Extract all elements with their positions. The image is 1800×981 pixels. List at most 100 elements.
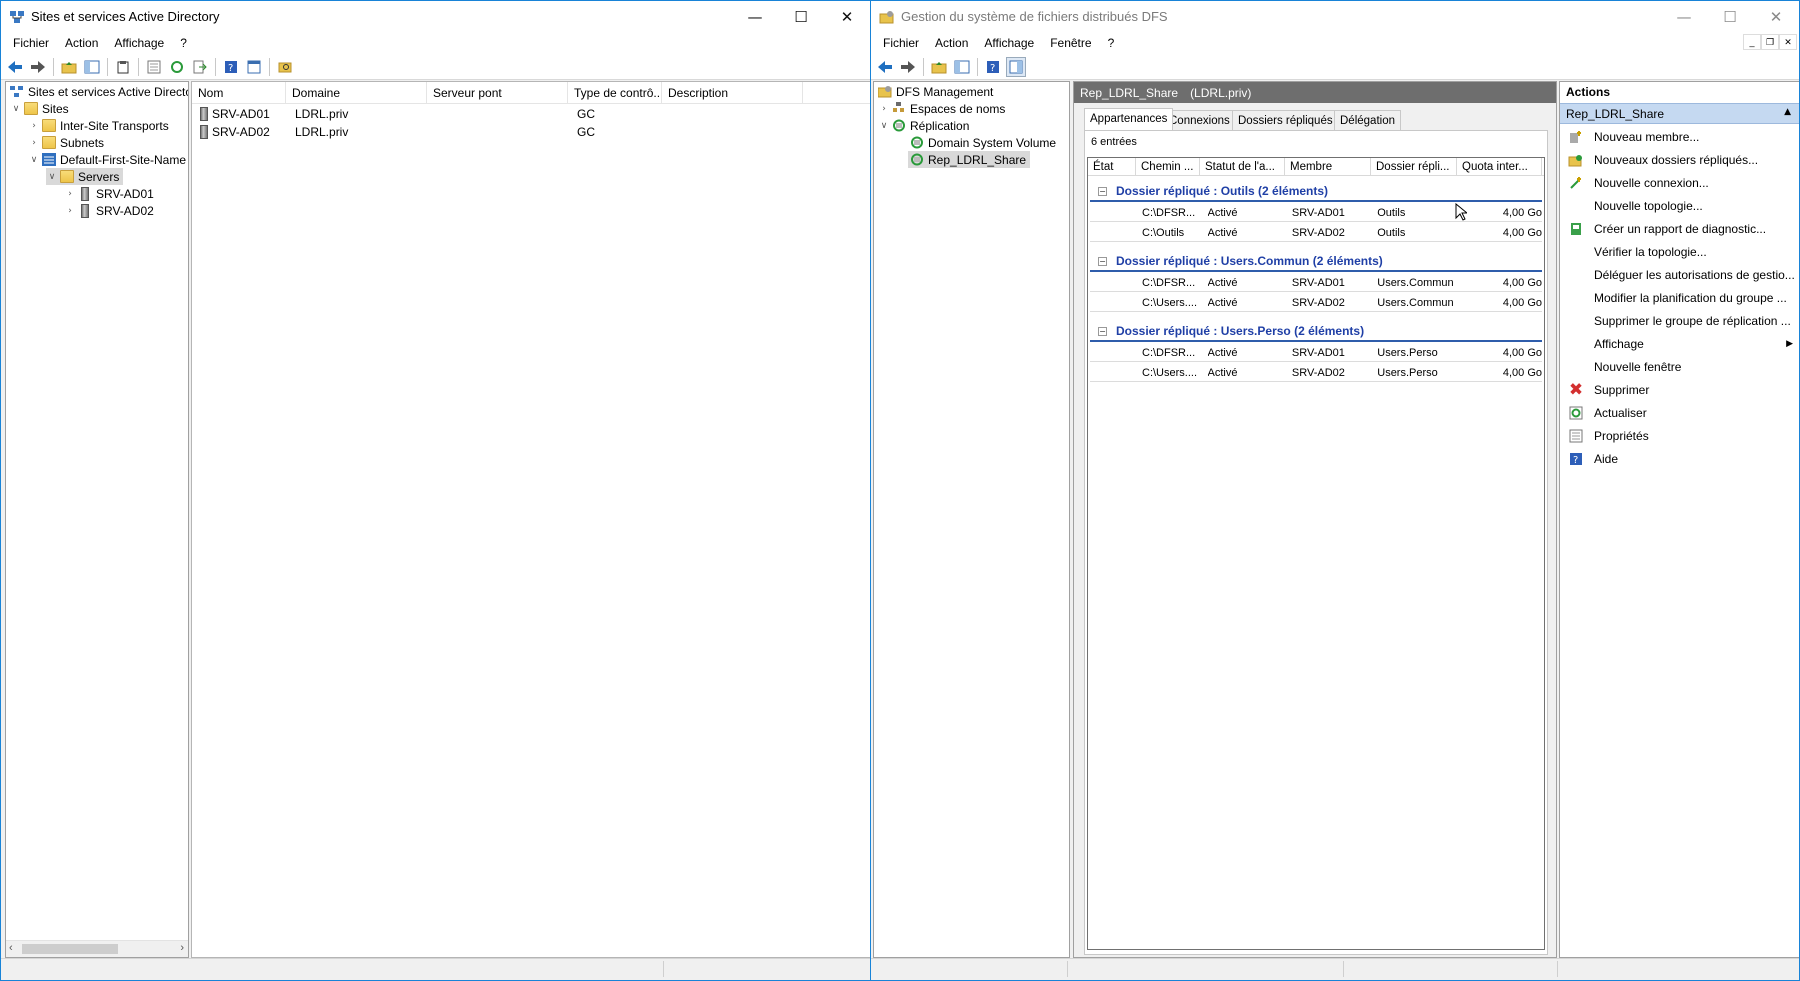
col-domaine[interactable]: Domaine <box>286 82 427 104</box>
action-properties[interactable]: Propriétés <box>1560 425 1799 447</box>
help-icon[interactable]: ? <box>221 57 241 77</box>
list-item[interactable]: SRV-AD01 LDRL.priv GC <box>192 105 870 122</box>
col-serveur-pont[interactable]: Serveur pont <box>427 82 568 104</box>
action-diagnostic-report[interactable]: Créer un rapport de diagnostic... <box>1560 218 1799 240</box>
expand-icon[interactable]: › <box>878 104 890 114</box>
tree-domain-system-volume[interactable]: Domain System Volume <box>908 134 1056 151</box>
up-folder-icon[interactable] <box>929 57 949 77</box>
action-view[interactable]: Affichage ▶ <box>1560 333 1799 355</box>
group-collapse-icon[interactable]: − <box>1098 326 1107 336</box>
action-verify-topology[interactable]: Vérifier la topologie... <box>1560 241 1799 263</box>
tree-rep-ldrl-share[interactable]: Rep_LDRL_Share <box>908 151 1031 168</box>
expand-icon[interactable]: › <box>64 206 76 216</box>
collapse-icon[interactable]: ∨ <box>28 155 40 165</box>
ad-title-bar[interactable]: Sites et services Active Directory — ☐ ✕ <box>1 1 870 32</box>
export-icon[interactable] <box>190 57 210 77</box>
table-row[interactable]: C:\Outils Activé SRV-AD02 Outils 4,00 Go <box>1090 224 1542 242</box>
scroll-thumb[interactable] <box>22 944 118 954</box>
forward-icon[interactable] <box>28 57 48 77</box>
expand-icon[interactable]: › <box>28 121 40 131</box>
col-description[interactable]: Description <box>662 82 803 104</box>
menu-affichage[interactable]: Affichage <box>976 32 1042 54</box>
back-icon[interactable] <box>5 57 25 77</box>
col-type[interactable]: Type de contrô... <box>568 82 662 104</box>
action-delegate[interactable]: Déléguer les autorisations de gestio... <box>1560 264 1799 286</box>
show-tree-icon[interactable] <box>82 57 102 77</box>
collapse-icon[interactable]: ∨ <box>878 121 890 131</box>
tree-namespaces[interactable]: › Espaces de noms <box>878 100 1005 117</box>
group-header-users-perso[interactable]: − Dossier répliqué : Users.Perso (2 élém… <box>1090 322 1542 342</box>
tree-subnets[interactable]: › Subnets <box>28 134 104 151</box>
table-row[interactable]: C:\DFSR... Activé SRV-AD01 Users.Commun … <box>1090 274 1542 292</box>
action-delete-group[interactable]: Supprimer le groupe de réplication ... <box>1560 310 1799 332</box>
action-new-connection[interactable]: Nouvelle connexion... <box>1560 172 1799 194</box>
maximize-button[interactable]: ☐ <box>1707 1 1753 32</box>
col-nom[interactable]: Nom <box>192 82 286 104</box>
minimize-button[interactable]: — <box>1661 1 1707 32</box>
help-icon[interactable]: ? <box>983 57 1003 77</box>
tree-servers[interactable]: ∨ Servers <box>46 168 124 185</box>
forward-icon[interactable] <box>898 57 918 77</box>
close-button[interactable]: ✕ <box>1753 1 1799 32</box>
minimize-button[interactable]: — <box>732 1 778 32</box>
tab-delegation[interactable]: Délégation <box>1334 110 1401 130</box>
tree-root[interactable]: Sites et services Active Directory <box>8 83 188 100</box>
col-etat[interactable]: État <box>1088 158 1136 176</box>
clipboard-icon[interactable] <box>113 57 133 77</box>
tree-hscrollbar[interactable]: ‹ › <box>6 940 188 957</box>
properties-icon[interactable] <box>244 57 264 77</box>
tree-inter-site[interactable]: › Inter-Site Transports <box>28 117 169 134</box>
tree-default-site[interactable]: ∨ Default-First-Site-Name <box>28 151 186 168</box>
menu-help[interactable]: ? <box>172 32 195 54</box>
show-tree-icon[interactable] <box>952 57 972 77</box>
tree-srv-ad02[interactable]: › SRV-AD02 <box>64 202 154 219</box>
group-header-outils[interactable]: − Dossier répliqué : Outils (2 éléments) <box>1090 182 1542 202</box>
dfs-title-bar[interactable]: Gestion du système de fichiers distribué… <box>871 1 1799 32</box>
col-quota[interactable]: Quota inter... <box>1457 158 1542 176</box>
action-refresh[interactable]: Actualiser <box>1560 402 1799 424</box>
menu-help[interactable]: ? <box>1100 32 1123 54</box>
menu-fenetre[interactable]: Fenêtre <box>1042 32 1099 54</box>
maximize-button[interactable]: ☐ <box>778 1 824 32</box>
group-header-users-commun[interactable]: − Dossier répliqué : Users.Commun (2 élé… <box>1090 252 1542 272</box>
collapse-icon[interactable]: ∨ <box>10 104 22 114</box>
table-row[interactable]: C:\DFSR... Activé SRV-AD01 Outils 4,00 G… <box>1090 204 1542 222</box>
list-icon[interactable] <box>144 57 164 77</box>
collapse-up-icon[interactable]: ▲ <box>1784 107 1791 117</box>
action-new-folders[interactable]: Nouveaux dossiers répliqués... <box>1560 149 1799 171</box>
expand-icon[interactable]: › <box>64 189 76 199</box>
tree-srv-ad01[interactable]: › SRV-AD01 <box>64 185 154 202</box>
mdi-close-button[interactable]: ✕ <box>1779 34 1797 50</box>
actions-section-header[interactable]: Rep_LDRL_Share ▲ <box>1560 103 1799 124</box>
expand-icon[interactable]: › <box>28 138 40 148</box>
group-collapse-icon[interactable]: − <box>1098 186 1107 196</box>
find-icon[interactable] <box>275 57 295 77</box>
tab-dossiers-repliques[interactable]: Dossiers répliqués <box>1232 110 1339 130</box>
col-statut[interactable]: Statut de l'a... <box>1200 158 1285 176</box>
mdi-restore-button[interactable]: ❐ <box>1761 34 1779 50</box>
mdi-minimize-button[interactable]: _ <box>1743 34 1761 50</box>
tab-connexions[interactable]: Connexions <box>1163 110 1236 130</box>
list-item[interactable]: SRV-AD02 LDRL.priv GC <box>192 123 870 140</box>
menu-action[interactable]: Action <box>57 32 106 54</box>
tab-appartenances[interactable]: Appartenances <box>1084 108 1174 130</box>
tree-replication[interactable]: ∨ Réplication <box>878 117 970 134</box>
action-edit-schedule[interactable]: Modifier la planification du groupe ... <box>1560 287 1799 309</box>
menu-fichier[interactable]: Fichier <box>875 32 927 54</box>
col-chemin[interactable]: Chemin ... <box>1136 158 1200 176</box>
table-row[interactable]: C:\Users.... Activé SRV-AD02 Users.Perso… <box>1090 364 1542 382</box>
table-row[interactable]: C:\Users.... Activé SRV-AD02 Users.Commu… <box>1090 294 1542 312</box>
group-collapse-icon[interactable]: − <box>1098 256 1107 266</box>
action-new-member[interactable]: Nouveau membre... <box>1560 126 1799 148</box>
tree-sites[interactable]: ∨ Sites <box>10 100 69 117</box>
back-icon[interactable] <box>875 57 895 77</box>
up-folder-icon[interactable] <box>59 57 79 77</box>
col-membre[interactable]: Membre <box>1285 158 1371 176</box>
refresh-icon[interactable] <box>167 57 187 77</box>
action-delete[interactable]: ✖ Supprimer <box>1560 379 1799 401</box>
show-action-pane-icon[interactable] <box>1006 56 1026 77</box>
col-dossier[interactable]: Dossier répli... <box>1371 158 1457 176</box>
menu-affichage[interactable]: Affichage <box>106 32 172 54</box>
menu-fichier[interactable]: Fichier <box>5 32 57 54</box>
scroll-left-icon[interactable]: ‹ <box>9 942 13 954</box>
